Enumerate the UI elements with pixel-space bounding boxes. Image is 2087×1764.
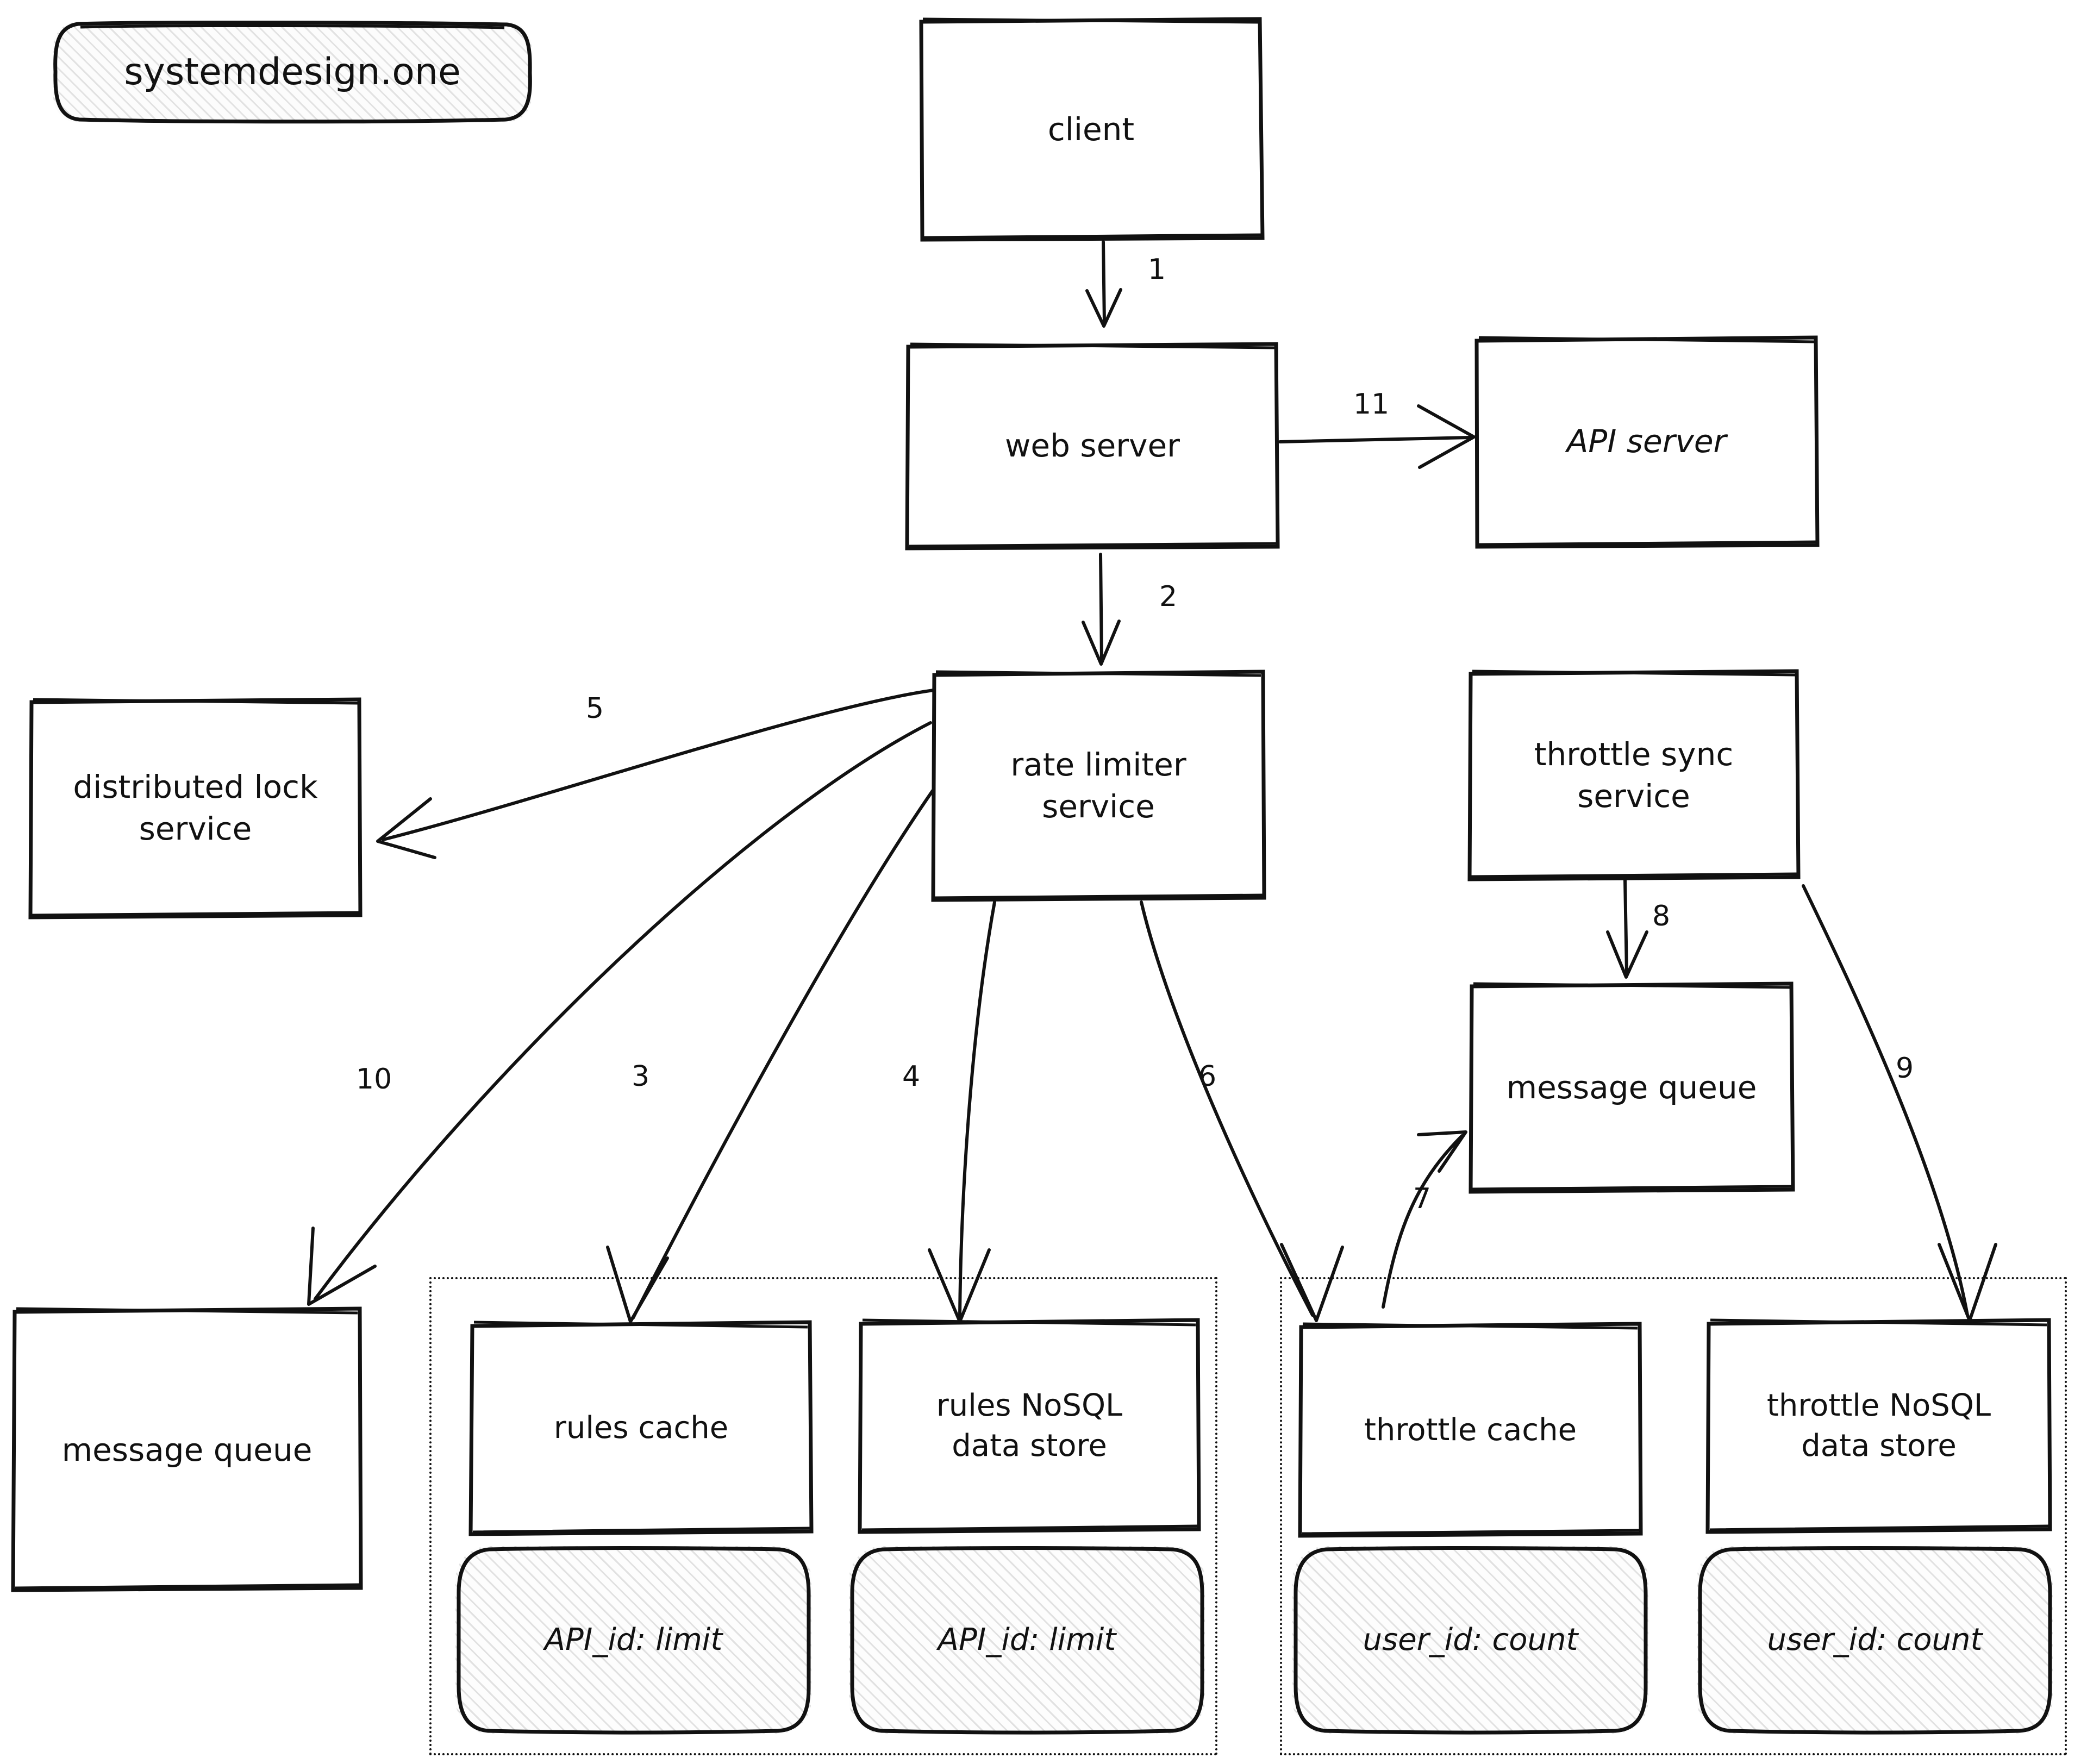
- node-rules-cache-label: rules cache: [553, 1410, 729, 1446]
- data-box-rules-store: API_id: limit: [849, 1546, 1205, 1735]
- edge-label-7: 7: [1413, 1183, 1432, 1215]
- connector-6: [1140, 900, 1344, 1322]
- data-box-throttle-cache: user_id: count: [1292, 1546, 1648, 1735]
- node-message-queue-right[interactable]: message queue: [1469, 981, 1795, 1194]
- diagram-canvas: systemdesign.one client web server API s…: [0, 0, 2087, 1764]
- node-message-queue-left-label: message queue: [61, 1431, 313, 1468]
- edge-label-3: 3: [632, 1060, 650, 1093]
- site-logo-badge: systemdesign.one: [53, 20, 532, 124]
- data-box-throttle-store-label: user_id: count: [1767, 1622, 1983, 1657]
- node-client-label: client: [1047, 110, 1135, 148]
- node-throttle-nosql-data-store-label: throttle NoSQL data store: [1766, 1388, 1991, 1463]
- data-box-rules-cache-label: API_id: limit: [544, 1622, 723, 1657]
- node-rules-nosql-data-store-label: rules NoSQL data store: [936, 1388, 1123, 1463]
- node-distributed-lock-service-label: distributed lock service: [73, 768, 318, 847]
- site-logo-text: systemdesign.one: [124, 51, 461, 93]
- node-rate-limiter-service[interactable]: rate limiter service: [930, 670, 1266, 902]
- node-throttle-sync-service[interactable]: throttle sync service: [1467, 669, 1801, 881]
- edge-label-10: 10: [356, 1063, 392, 1096]
- connector-4: [928, 900, 996, 1323]
- node-distributed-lock-service[interactable]: distributed lock service: [28, 697, 363, 919]
- edge-label-5: 5: [586, 692, 604, 725]
- edge-label-9: 9: [1896, 1052, 1914, 1085]
- connector-8: [1606, 879, 1648, 979]
- node-api-server[interactable]: API server: [1474, 334, 1820, 549]
- node-web-server[interactable]: web server: [905, 341, 1280, 551]
- edge-label-2: 2: [1159, 580, 1178, 613]
- node-client[interactable]: client: [918, 17, 1265, 242]
- node-rate-limiter-service-label: rate limiter service: [1010, 746, 1186, 825]
- data-box-throttle-cache-label: user_id: count: [1363, 1622, 1578, 1657]
- data-box-rules-store-label: API_id: limit: [938, 1622, 1116, 1657]
- connector-9: [1802, 884, 1997, 1322]
- node-message-queue-left[interactable]: message queue: [11, 1306, 363, 1593]
- edge-label-8: 8: [1652, 900, 1671, 933]
- node-throttle-nosql-data-store[interactable]: throttle NoSQL data store: [1705, 1317, 2052, 1535]
- connector-5: [376, 689, 935, 859]
- data-box-throttle-store: user_id: count: [1697, 1546, 2053, 1735]
- node-throttle-cache[interactable]: throttle cache: [1298, 1322, 1643, 1539]
- node-throttle-sync-service-label: throttle sync service: [1534, 736, 1734, 815]
- connector-10: [307, 721, 932, 1306]
- connector-3: [606, 789, 934, 1323]
- connector-2: [1082, 553, 1121, 666]
- node-throttle-cache-label: throttle cache: [1364, 1412, 1577, 1448]
- node-message-queue-right-label: message queue: [1506, 1068, 1757, 1106]
- edge-label-6: 6: [1198, 1060, 1217, 1093]
- edge-label-1: 1: [1148, 253, 1166, 286]
- connector-1: [1085, 240, 1122, 328]
- node-rules-cache[interactable]: rules cache: [468, 1319, 814, 1537]
- data-box-rules-cache: API_id: limit: [455, 1546, 811, 1735]
- node-api-server-label: API server: [1566, 423, 1727, 460]
- node-rules-nosql-data-store[interactable]: rules NoSQL data store: [858, 1317, 1201, 1535]
- edge-label-11: 11: [1353, 388, 1390, 421]
- edge-label-4: 4: [902, 1060, 921, 1093]
- node-web-server-label: web server: [1005, 427, 1180, 465]
